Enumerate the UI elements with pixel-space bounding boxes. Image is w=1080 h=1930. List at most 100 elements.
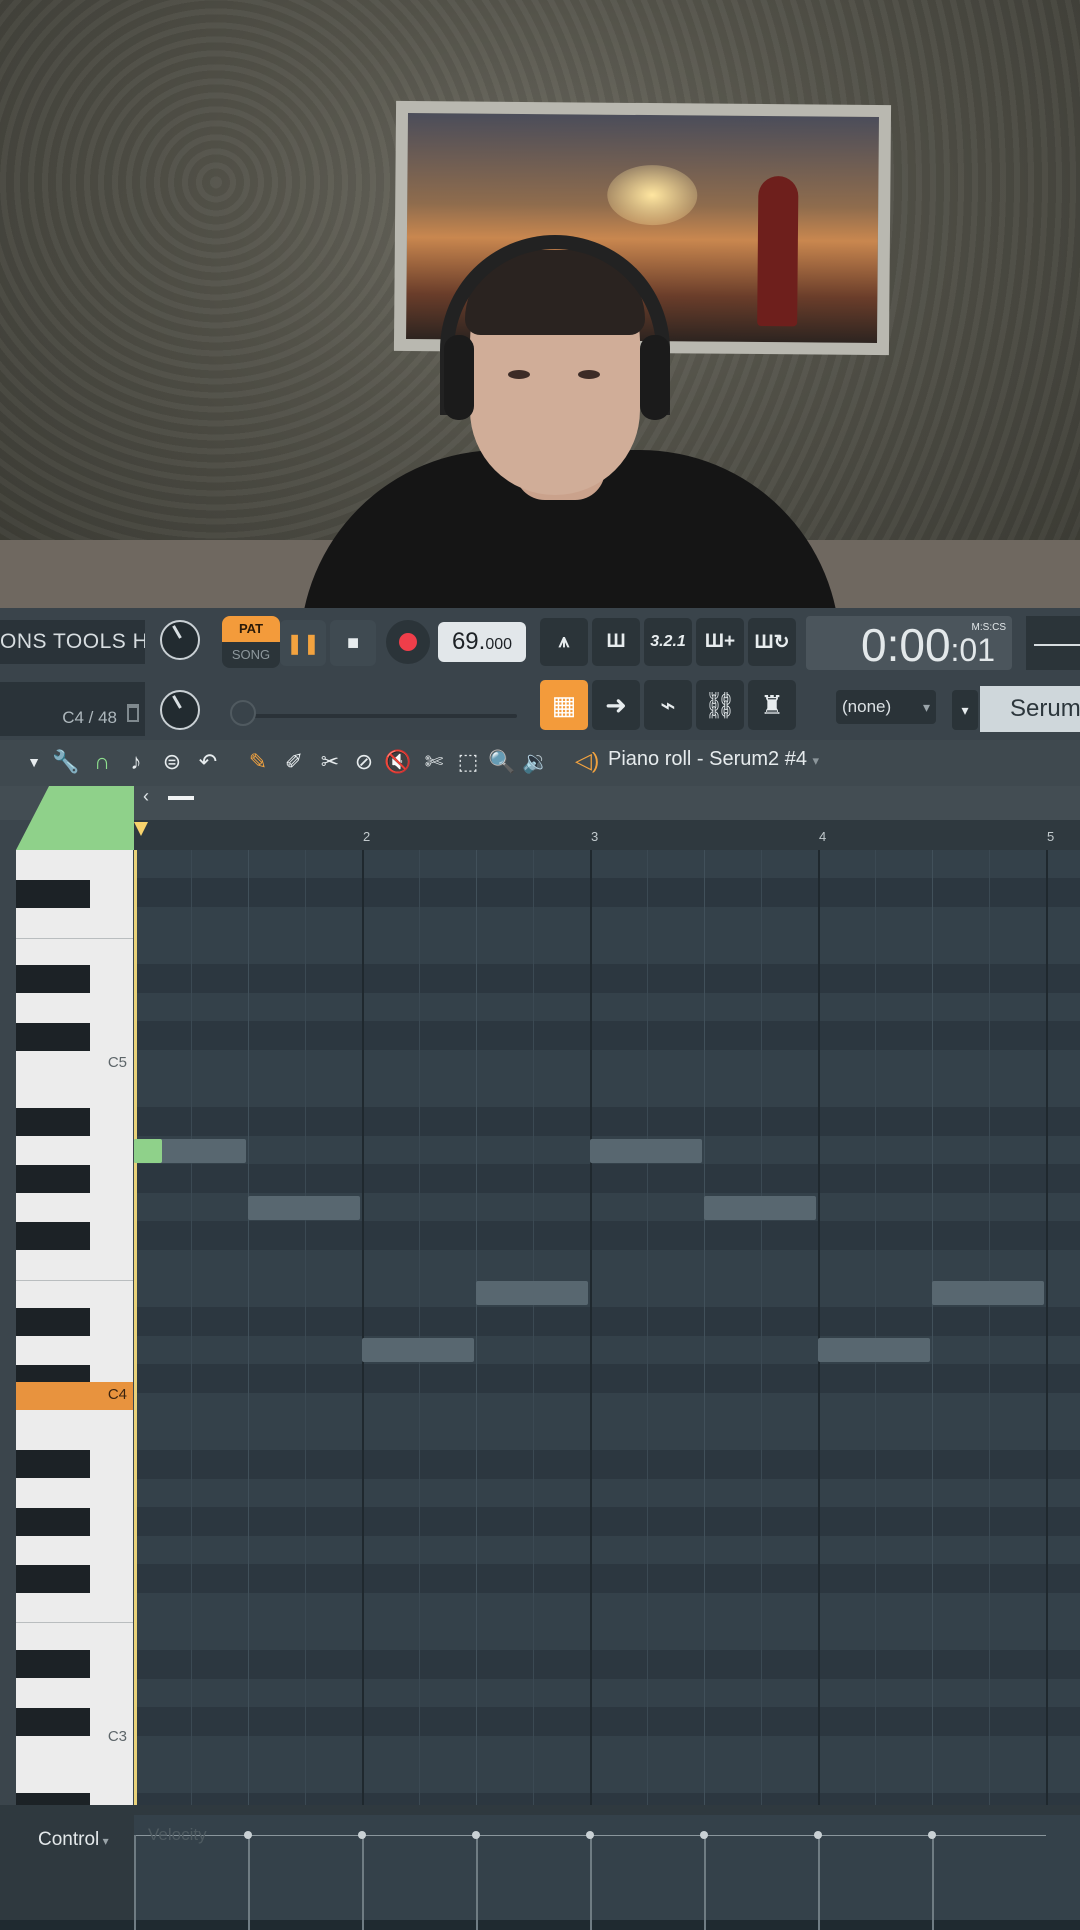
note-icon[interactable]: ♪ xyxy=(122,748,150,776)
metronome-button[interactable]: ⩚ xyxy=(540,618,588,666)
master-volume-knob[interactable] xyxy=(160,620,200,660)
black-key[interactable] xyxy=(16,1450,90,1478)
note-bar1-beat3[interactable] xyxy=(248,1196,360,1220)
black-key[interactable] xyxy=(16,880,90,908)
master-slider-thumb[interactable] xyxy=(230,700,256,726)
velocity-handle[interactable] xyxy=(472,1831,480,1839)
channel-dropdown-button[interactable]: ▾ xyxy=(952,690,978,730)
velocity-bar[interactable] xyxy=(134,1835,136,1930)
velocity-handle[interactable] xyxy=(358,1831,366,1839)
wait-for-input-button[interactable]: Ш xyxy=(592,618,640,666)
note-bar2-beat1[interactable] xyxy=(362,1338,474,1362)
select-icon[interactable]: ⬚ xyxy=(454,748,482,776)
trash-icon[interactable] xyxy=(127,704,139,722)
link-button[interactable]: ⛓ xyxy=(696,680,744,730)
bar-line xyxy=(590,850,592,1805)
piano-roll-title[interactable]: Piano roll - Serum2 #4 ▾ xyxy=(608,748,819,771)
mute-speaker-icon[interactable]: 🔇 xyxy=(384,748,412,776)
scroll-handle[interactable] xyxy=(168,796,194,800)
piano-roll-icon: ▦ xyxy=(551,689,577,720)
countdown-icon: 3.2.1 xyxy=(650,633,686,650)
ruler-mark-4: 4 xyxy=(819,829,827,844)
black-key[interactable] xyxy=(16,1508,90,1536)
pat-song-toggle[interactable]: PAT SONG xyxy=(222,616,280,668)
menu-text[interactable]: ONS TOOLS HELP xyxy=(0,630,145,653)
paint-icon[interactable]: ✐ xyxy=(280,748,308,776)
undo-icon[interactable]: ↶ xyxy=(194,748,222,776)
options-menu-icon[interactable]: ▼ xyxy=(20,748,48,776)
velocity-area[interactable] xyxy=(134,1815,1080,1930)
stop-button[interactable]: ■ xyxy=(330,620,376,666)
black-key[interactable] xyxy=(16,1793,90,1805)
record-button[interactable] xyxy=(386,620,430,664)
song-label[interactable]: SONG xyxy=(222,642,280,668)
velocity-bar[interactable] xyxy=(704,1835,706,1930)
pencil-icon[interactable]: ✎ xyxy=(244,748,272,776)
black-key[interactable] xyxy=(16,1708,90,1736)
velocity-handle[interactable] xyxy=(814,1831,822,1839)
note-bar4-beat1[interactable] xyxy=(818,1338,930,1362)
velocity-handle[interactable] xyxy=(244,1831,252,1839)
black-key[interactable] xyxy=(16,1023,90,1051)
zoom-icon[interactable]: 🔍 xyxy=(488,748,516,776)
velocity-handle[interactable] xyxy=(700,1831,708,1839)
plugin-button[interactable]: ⌁ xyxy=(644,680,692,730)
master-slider-track[interactable] xyxy=(232,714,517,718)
velocity-bar[interactable] xyxy=(932,1835,934,1930)
playback-icon[interactable]: 🔉 xyxy=(522,748,550,776)
channel-name-display[interactable]: Serum2 xyxy=(980,686,1080,732)
tools-row: C4 / 48 ▦ ➜ ⌁ ⛓ ♜ (none) ▾ Serum2 xyxy=(0,676,1080,740)
time-display[interactable]: 0:00:01 M:S:CS xyxy=(806,616,1012,671)
timeline-scrollbar[interactable] xyxy=(0,786,1080,820)
velocity-handle[interactable] xyxy=(928,1831,936,1839)
playhead-marker[interactable] xyxy=(134,822,148,836)
delete-icon[interactable]: ✂ xyxy=(316,748,344,776)
black-key[interactable] xyxy=(16,1565,90,1593)
chevron-left-icon[interactable]: ‹ xyxy=(143,786,149,807)
black-key[interactable] xyxy=(16,1222,90,1250)
note-grid[interactable] xyxy=(134,850,1080,1805)
pause-button[interactable]: ❚❚ xyxy=(280,620,326,666)
velocity-bar[interactable] xyxy=(818,1835,820,1930)
wrench-icon[interactable]: 🔧 xyxy=(52,748,80,776)
grid-line xyxy=(419,850,420,1805)
velocity-bar[interactable] xyxy=(590,1835,592,1930)
speaker-icon[interactable]: ◁) xyxy=(575,748,599,774)
note-bar3-beat1[interactable] xyxy=(590,1139,702,1163)
velocity-bar[interactable] xyxy=(248,1835,250,1930)
step-edit-button[interactable]: Ш+ xyxy=(696,618,744,666)
pat-label[interactable]: PAT xyxy=(222,616,280,642)
note-bar3-beat3[interactable] xyxy=(704,1196,816,1220)
slice-icon[interactable]: ✄ xyxy=(420,748,448,776)
grid-row-black xyxy=(134,1650,1080,1679)
channel-name: Serum2 xyxy=(1010,695,1080,722)
magnet-icon[interactable]: ∩ xyxy=(88,748,116,776)
piano-keyboard[interactable]: C5 C4 C3 xyxy=(16,850,133,1805)
channel-select[interactable]: (none) xyxy=(836,690,936,724)
selected-note[interactable] xyxy=(134,1139,162,1163)
loop-record-button[interactable]: Ш↻ xyxy=(748,618,796,666)
wait-icon: Ш xyxy=(606,631,626,652)
master-pitch-knob[interactable] xyxy=(160,690,200,730)
grid-line xyxy=(704,850,705,1805)
menu-bar[interactable]: ONS TOOLS HELP xyxy=(0,620,145,664)
black-key[interactable] xyxy=(16,1165,90,1193)
piano-roll-view-button[interactable]: ▦ xyxy=(540,680,588,730)
black-key[interactable] xyxy=(16,965,90,993)
tempo-display[interactable]: 69.000 xyxy=(438,622,526,662)
arrow-button[interactable]: ➜ xyxy=(592,680,640,730)
mute-icon[interactable]: ⊘ xyxy=(350,748,378,776)
countdown-button[interactable]: 3.2.1 xyxy=(644,618,692,666)
black-key[interactable] xyxy=(16,1108,90,1136)
black-key[interactable] xyxy=(16,1650,90,1678)
black-key[interactable] xyxy=(16,1308,90,1336)
note-bar4-beat3[interactable] xyxy=(932,1281,1044,1305)
velocity-handle[interactable] xyxy=(586,1831,594,1839)
velocity-bar[interactable] xyxy=(362,1835,364,1930)
velocity-bar[interactable] xyxy=(476,1835,478,1930)
note-bar2-beat3[interactable] xyxy=(476,1281,588,1305)
control-dropdown[interactable]: Control xyxy=(38,1829,109,1851)
browser-button[interactable]: ♜ xyxy=(748,680,796,730)
menu-circle-icon[interactable]: ⊜ xyxy=(158,748,186,776)
bar-ruler[interactable]: 2 3 4 5 xyxy=(134,820,1080,850)
